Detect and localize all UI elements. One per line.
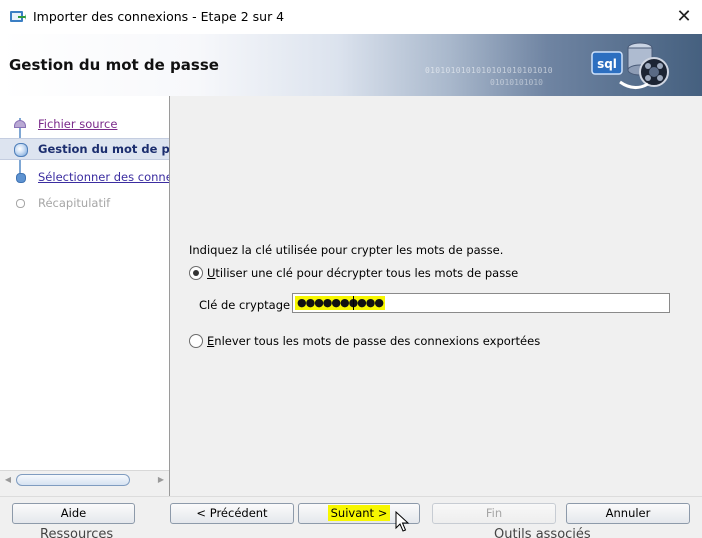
step-label: Gestion du mot de pa xyxy=(38,142,169,156)
wizard-content: Indiquez la clé utilisée pour crypter le… xyxy=(170,96,702,496)
page-title: Gestion du mot de passe xyxy=(9,56,219,74)
scroll-right-icon[interactable]: ▶ xyxy=(154,473,168,487)
next-button-label: Suivant > xyxy=(327,505,391,521)
step-label: Récapitulatif xyxy=(38,196,111,210)
scrollbar-thumb[interactable] xyxy=(16,474,130,486)
button-bar: Ressources Outils associés Aide < Précéd… xyxy=(0,496,702,538)
wizard-header: Gestion du mot de passe 0101010101010101… xyxy=(0,34,702,97)
mouse-cursor-icon xyxy=(395,511,410,532)
radio-selected-dot xyxy=(193,270,199,276)
step-selectionner-connexions[interactable]: Sélectionner des connex xyxy=(0,167,169,187)
instruction-text: Indiquez la clé utilisée pour crypter le… xyxy=(189,243,504,257)
title-bar: Importer des connexions - Etape 2 sur 4 … xyxy=(0,0,702,35)
key-field-label: Clé de cryptage xyxy=(199,298,291,312)
import-connections-icon xyxy=(10,11,26,22)
background-peek-right: Outils associés xyxy=(494,527,591,538)
step-recapitulatif: Récapitulatif xyxy=(0,193,169,213)
encryption-key-field[interactable]: ●●●●●●●●●● xyxy=(292,293,670,313)
sql-logo-icon: sql xyxy=(591,42,669,89)
header-binary-decoration: 0101010101010101010101010 xyxy=(425,66,553,75)
step-fichier-source[interactable]: Fichier source xyxy=(0,114,169,134)
option-text: nlever tous les mots de passe des connex… xyxy=(214,334,541,348)
scroll-left-icon[interactable]: ◀ xyxy=(1,473,15,487)
radio-button[interactable] xyxy=(189,334,203,348)
previous-button[interactable]: < Précédent xyxy=(170,503,294,524)
window-title: Importer des connexions - Etape 2 sur 4 xyxy=(33,9,285,24)
text-caret xyxy=(353,296,354,310)
close-icon[interactable]: ✕ xyxy=(666,0,702,34)
step-disabled-icon xyxy=(16,199,25,208)
step-current-icon xyxy=(14,143,28,157)
finish-button: Fin xyxy=(432,503,556,524)
option-remove-passwords-label[interactable]: Enlever tous les mots de passe des conne… xyxy=(207,334,540,348)
header-binary-decoration-2: 01010101010 xyxy=(490,78,543,87)
steps-panel: Fichier source Gestion du mot de pa Séle… xyxy=(0,96,170,496)
radio-button[interactable] xyxy=(189,266,203,280)
step-label[interactable]: Fichier source xyxy=(38,117,117,131)
steps-horizontal-scrollbar[interactable]: ◀ ▶ xyxy=(0,470,169,489)
encryption-key-value[interactable]: ●●●●●●●●●● xyxy=(295,296,385,310)
step-visited-icon xyxy=(14,120,26,128)
option-text: tiliser une clé pour décrypter tous les … xyxy=(215,266,519,280)
step-gestion-mot-de-passe[interactable]: Gestion du mot de pa xyxy=(0,138,169,160)
logo-text: sql xyxy=(597,57,617,71)
help-button[interactable]: Aide xyxy=(12,503,135,524)
option-use-key-label[interactable]: Utiliser une clé pour décrypter tous les… xyxy=(207,266,518,280)
step-pending-icon xyxy=(16,173,26,183)
step-label[interactable]: Sélectionner des connex xyxy=(38,170,169,184)
background-peek-left: Ressources xyxy=(40,527,114,538)
steps-list: Fichier source Gestion du mot de pa Séle… xyxy=(0,96,169,470)
cancel-button[interactable]: Annuler xyxy=(566,503,690,524)
